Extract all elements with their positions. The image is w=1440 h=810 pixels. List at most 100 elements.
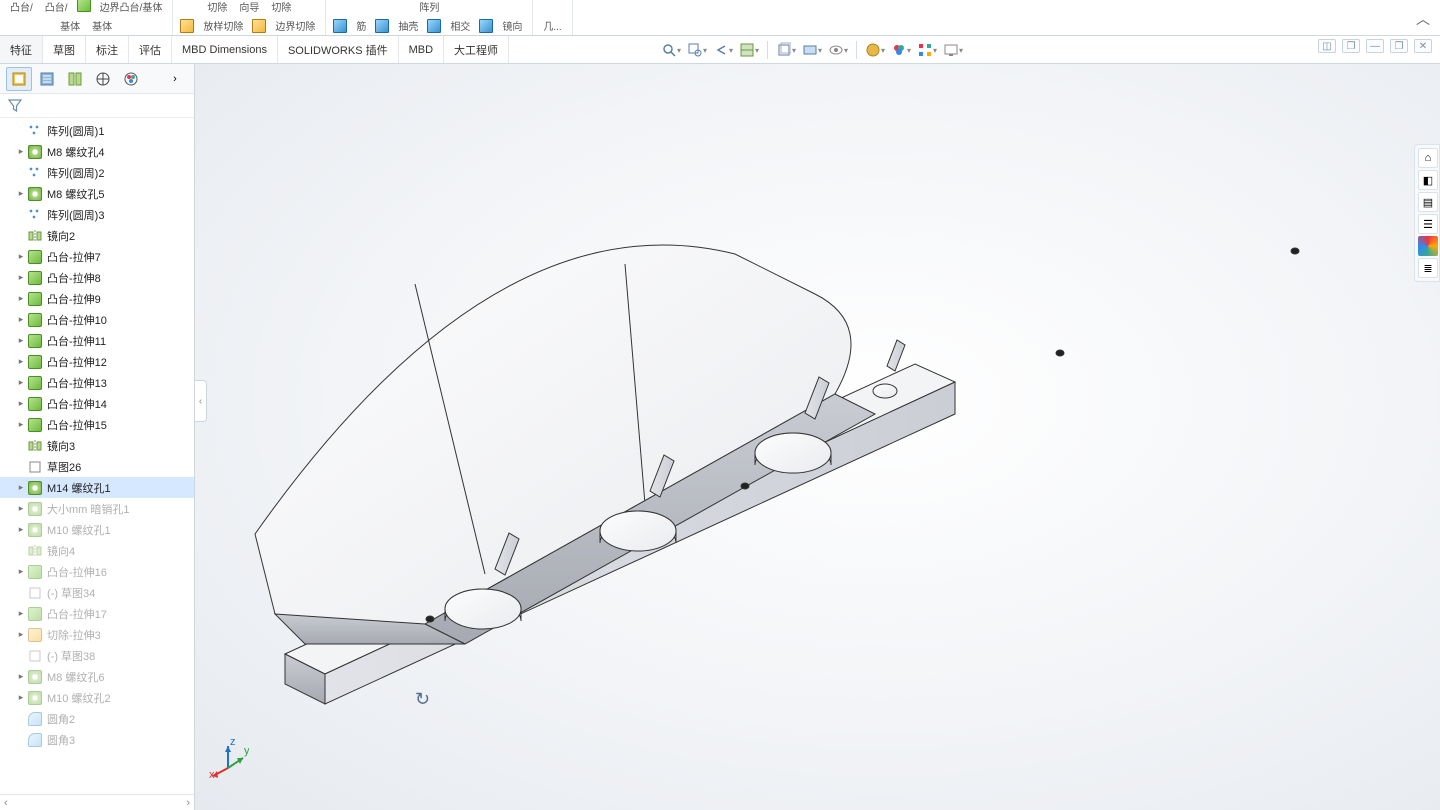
expand-icon[interactable]: ▸ xyxy=(16,671,26,682)
panel-more-icon[interactable]: › xyxy=(162,67,188,91)
window-minimize-button[interactable]: — xyxy=(1366,39,1384,53)
expand-icon[interactable]: ▸ xyxy=(16,566,26,577)
expand-icon[interactable]: ▸ xyxy=(16,335,26,346)
expand-icon[interactable]: ▸ xyxy=(16,314,26,325)
tree-hscroll[interactable]: ‹› xyxy=(0,794,194,810)
collapse-ribbon-button[interactable]: ︿ xyxy=(1416,9,1430,29)
config-manager-tab-icon[interactable] xyxy=(62,67,88,91)
tree-node-hole[interactable]: ▸M8 螺纹孔5 xyxy=(0,183,194,204)
expand-icon[interactable]: ▸ xyxy=(16,503,26,514)
expand-icon[interactable]: ▸ xyxy=(16,377,26,388)
expand-icon[interactable]: ▸ xyxy=(16,629,26,640)
tree-node-hole[interactable]: ▸M8 螺纹孔6 xyxy=(0,666,194,687)
view-orient-button[interactable]: ▾ xyxy=(775,39,797,61)
rdock-iso-button[interactable]: ◧ xyxy=(1418,170,1438,190)
tree-node-hole[interactable]: ▸M10 螺纹孔2 xyxy=(0,687,194,708)
tree-node-boss[interactable]: ▸凸台-拉伸14 xyxy=(0,393,194,414)
tree-node-hole[interactable]: ▸M8 螺纹孔4 xyxy=(0,141,194,162)
tree-node-boss[interactable]: ▸凸台-拉伸9 xyxy=(0,288,194,309)
section-view-button[interactable]: ▾ xyxy=(738,39,760,61)
tab-sketch[interactable]: 草图 xyxy=(43,36,86,63)
feature-tree-scroll[interactable]: 阵列(圆周)1▸M8 螺纹孔4阵列(圆周)2▸M8 螺纹孔5阵列(圆周)3镜向2… xyxy=(0,118,194,794)
tree-node-boss[interactable]: ▸凸台-拉伸7 xyxy=(0,246,194,267)
zoom-fit-button[interactable]: ▾ xyxy=(660,39,682,61)
rib-icon[interactable] xyxy=(332,18,348,34)
appearance-button[interactable]: ▾ xyxy=(890,39,912,61)
tree-node-boss[interactable]: ▸凸台-拉伸13 xyxy=(0,372,194,393)
boss-boundary-icon[interactable] xyxy=(76,0,92,13)
rdock-list-button[interactable]: ≣ xyxy=(1418,258,1438,278)
expand-icon[interactable]: ▸ xyxy=(16,146,26,157)
tab-daengineer[interactable]: 大工程师 xyxy=(444,36,509,63)
tab-feature[interactable]: 特征 xyxy=(0,36,43,63)
expand-icon[interactable]: ▸ xyxy=(16,608,26,619)
tree-node-sketch[interactable]: (-) 草图38 xyxy=(0,645,194,666)
tree-node-mirror[interactable]: 镜向4 xyxy=(0,540,194,561)
tree-node-fillet[interactable]: 圆角3 xyxy=(0,729,194,750)
ribbon-text: 抽壳 xyxy=(394,16,422,35)
zoom-window-button[interactable]: ▾ xyxy=(686,39,708,61)
expand-icon[interactable]: ▸ xyxy=(16,272,26,283)
render-tools-button[interactable]: ▾ xyxy=(916,39,938,61)
expand-icon[interactable]: ▸ xyxy=(16,419,26,430)
scene-button[interactable]: ▾ xyxy=(864,39,886,61)
view-settings-button[interactable]: ▾ xyxy=(942,39,964,61)
tree-node-pattern[interactable]: 阵列(圆周)1 xyxy=(0,120,194,141)
tree-node-pattern[interactable]: 阵列(圆周)3 xyxy=(0,204,194,225)
tree-node-boss[interactable]: ▸凸台-拉伸11 xyxy=(0,330,194,351)
rdock-home-button[interactable]: ⌂ xyxy=(1418,148,1438,168)
tree-node-mirror[interactable]: 镜向2 xyxy=(0,225,194,246)
tab-mbddim[interactable]: MBD Dimensions xyxy=(172,36,278,63)
tab-mbd[interactable]: MBD xyxy=(399,36,444,63)
tab-annotate[interactable]: 标注 xyxy=(86,36,129,63)
prev-view-button[interactable]: ▾ xyxy=(712,39,734,61)
window-tile-button[interactable]: ◫ xyxy=(1318,39,1336,53)
tree-node-hole[interactable]: ▸大小mm 暗销孔1 xyxy=(0,498,194,519)
tree-node-boss[interactable]: ▸凸台-拉伸8 xyxy=(0,267,194,288)
tree-node-boss[interactable]: ▸凸台-拉伸15 xyxy=(0,414,194,435)
tree-node-hole[interactable]: ▸M10 螺纹孔1 xyxy=(0,519,194,540)
expand-icon[interactable]: ▸ xyxy=(16,188,26,199)
panel-collapse-handle[interactable]: ‹ xyxy=(195,380,207,422)
rdock-appearance-button[interactable] xyxy=(1418,236,1438,256)
appearance-tab-icon[interactable] xyxy=(118,67,144,91)
expand-icon[interactable]: ▸ xyxy=(16,293,26,304)
property-manager-tab-icon[interactable] xyxy=(34,67,60,91)
shell-icon[interactable] xyxy=(374,18,390,34)
tree-node-fillet[interactable]: 圆角2 xyxy=(0,708,194,729)
hide-show-button[interactable]: ▾ xyxy=(827,39,849,61)
cut-boundary-icon[interactable] xyxy=(251,18,267,34)
rdock-config-button[interactable]: ☰ xyxy=(1418,214,1438,234)
tree-node-cut[interactable]: ▸切除-拉伸3 xyxy=(0,624,194,645)
tab-evaluate[interactable]: 评估 xyxy=(129,36,172,63)
intersect-icon[interactable] xyxy=(426,18,442,34)
tree-node-sketch[interactable]: 草图26 xyxy=(0,456,194,477)
tree-node-hole[interactable]: ▸M14 螺纹孔1 xyxy=(0,477,194,498)
expand-icon[interactable]: ▸ xyxy=(16,524,26,535)
display-style-button[interactable]: ▾ xyxy=(801,39,823,61)
window-close-button[interactable]: ✕ xyxy=(1414,39,1432,53)
tree-node-boss[interactable]: ▸凸台-拉伸17 xyxy=(0,603,194,624)
feature-manager-tab-icon[interactable] xyxy=(6,67,32,91)
tree-node-pattern[interactable]: 阵列(圆周)2 xyxy=(0,162,194,183)
tree-node-boss[interactable]: ▸凸台-拉伸10 xyxy=(0,309,194,330)
tree-node-sketch[interactable]: (-) 草图34 xyxy=(0,582,194,603)
tab-swaddin[interactable]: SOLIDWORKS 插件 xyxy=(278,36,399,63)
tree-node-boss[interactable]: ▸凸台-拉伸12 xyxy=(0,351,194,372)
expand-icon[interactable]: ▸ xyxy=(16,482,26,493)
tree-node-mirror[interactable]: 镜向3 xyxy=(0,435,194,456)
expand-icon[interactable]: ▸ xyxy=(16,398,26,409)
mirror-icon[interactable] xyxy=(478,18,494,34)
graphics-viewport[interactable]: ↻ x y z ⌂◧▤☰≣ xyxy=(195,64,1440,810)
rdock-left-button[interactable]: ▤ xyxy=(1418,192,1438,212)
tree-node-boss[interactable]: ▸凸台-拉伸16 xyxy=(0,561,194,582)
dim-manager-tab-icon[interactable] xyxy=(90,67,116,91)
ribbon-sub-label: 基体 xyxy=(56,16,84,35)
window-restore-button[interactable]: ❐ xyxy=(1390,39,1408,53)
window-cascade-button[interactable]: ❐ xyxy=(1342,39,1360,53)
expand-icon[interactable]: ▸ xyxy=(16,692,26,703)
expand-icon[interactable]: ▸ xyxy=(16,251,26,262)
tree-filter[interactable] xyxy=(0,94,194,118)
cut-loft-icon[interactable] xyxy=(179,18,195,34)
expand-icon[interactable]: ▸ xyxy=(16,356,26,367)
